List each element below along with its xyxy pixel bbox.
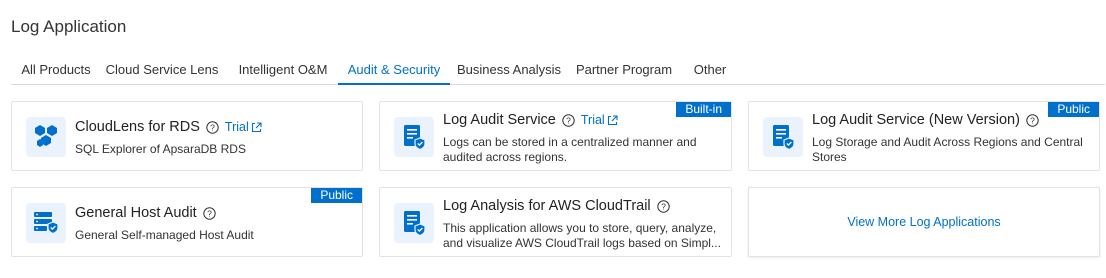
trial-label: Trial bbox=[224, 120, 249, 134]
card-description-line: This application allows you to store, qu… bbox=[443, 221, 717, 235]
external-link-icon bbox=[251, 121, 262, 132]
external-link-icon bbox=[607, 114, 618, 125]
card-title-text: General Host Audit bbox=[75, 205, 197, 221]
trial-label: Trial bbox=[580, 113, 605, 127]
card-title: General Host Audit ? bbox=[75, 205, 216, 221]
card-description-line: and visualize AWS CloudTrail logs based … bbox=[443, 236, 721, 250]
cloudlens-hexagon-icon bbox=[26, 117, 66, 157]
tab-audit-security[interactable]: Audit & Security bbox=[338, 56, 450, 85]
app-card-aws-cloudtrail[interactable]: Log Analysis for AWS CloudTrail ? This a… bbox=[379, 187, 732, 257]
card-description: This application allows you to store, qu… bbox=[443, 221, 721, 251]
svg-text:?: ? bbox=[566, 115, 571, 125]
card-description: General Self-managed Host Audit bbox=[75, 228, 254, 242]
public-badge: Public bbox=[1048, 102, 1099, 117]
log-audit-document-icon bbox=[763, 117, 803, 157]
tab-other[interactable]: Other bbox=[689, 56, 731, 85]
card-title: Log Analysis for AWS CloudTrail ? bbox=[443, 198, 670, 214]
tab-all-products[interactable]: All Products bbox=[11, 56, 101, 85]
app-card-cloudlens-rds[interactable]: CloudLens for RDS ? Trial SQL Explorer o… bbox=[11, 101, 363, 171]
card-description-line: Logs can be stored in a centralized mann… bbox=[443, 135, 697, 149]
card-title: CloudLens for RDS ? Trial bbox=[75, 119, 262, 135]
card-title: Log Audit Service ? Trial bbox=[443, 112, 618, 128]
trial-link[interactable]: Trial bbox=[581, 113, 618, 127]
tab-partner-program[interactable]: Partner Program bbox=[574, 56, 674, 85]
card-title-text: Log Analysis for AWS CloudTrail bbox=[443, 198, 651, 214]
view-more-card[interactable]: View More Log Applications bbox=[748, 187, 1100, 257]
help-icon[interactable]: ? bbox=[562, 113, 575, 127]
trial-link[interactable]: Trial bbox=[225, 120, 262, 134]
log-audit-document-icon bbox=[394, 117, 434, 157]
app-card-log-audit-service[interactable]: Built-in Log Audit Service ? Trial Logs … bbox=[379, 101, 732, 171]
app-card-general-host-audit[interactable]: Public General Host Audit ? General Self… bbox=[11, 187, 363, 257]
help-icon[interactable]: ? bbox=[656, 199, 670, 213]
svg-text:?: ? bbox=[661, 201, 666, 211]
card-description-line: Stores bbox=[812, 150, 847, 164]
svg-text:?: ? bbox=[210, 122, 215, 132]
tab-business-analysis[interactable]: Business Analysis bbox=[457, 56, 561, 85]
app-card-log-audit-new[interactable]: Public Log Audit Service (New Version) ?… bbox=[748, 101, 1100, 171]
card-description: Logs can be stored in a centralized mann… bbox=[443, 135, 697, 165]
tab-cloud-service-lens[interactable]: Cloud Service Lens bbox=[105, 56, 219, 85]
help-icon[interactable]: ? bbox=[203, 206, 216, 220]
svg-text:?: ? bbox=[1030, 115, 1035, 125]
tab-intelligent-om[interactable]: Intelligent O&M bbox=[231, 56, 335, 85]
card-description-line: Log Storage and Audit Across Regions and… bbox=[812, 135, 1083, 149]
tab-bar: All Products Cloud Service Lens Intellig… bbox=[11, 56, 1105, 85]
card-title-text: CloudLens for RDS bbox=[75, 119, 200, 135]
built-in-badge: Built-in bbox=[676, 102, 731, 117]
card-description-line: audited across regions. bbox=[443, 150, 568, 164]
help-icon[interactable]: ? bbox=[206, 120, 219, 134]
log-analysis-document-icon bbox=[394, 203, 434, 243]
host-audit-server-icon bbox=[26, 203, 66, 243]
card-title-text: Log Audit Service (New Version) bbox=[812, 112, 1020, 128]
svg-text:?: ? bbox=[207, 208, 212, 218]
card-description: Log Storage and Audit Across Regions and… bbox=[812, 135, 1083, 165]
page-title: Log Application bbox=[11, 17, 127, 36]
help-icon[interactable]: ? bbox=[1026, 113, 1039, 127]
card-title: Log Audit Service (New Version) ? bbox=[812, 112, 1039, 128]
card-title-text: Log Audit Service bbox=[443, 112, 556, 128]
card-description: SQL Explorer of ApsaraDB RDS bbox=[75, 142, 246, 156]
view-more-link[interactable]: View More Log Applications bbox=[847, 215, 1000, 229]
public-badge: Public bbox=[311, 188, 362, 203]
